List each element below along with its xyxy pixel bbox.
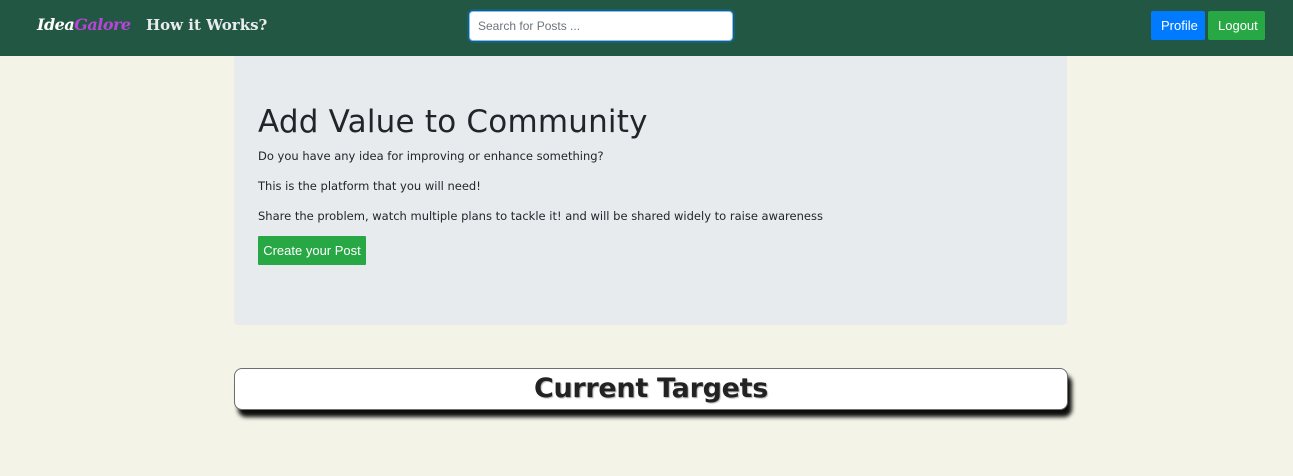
create-post-button[interactable]: Create your Post — [258, 236, 366, 265]
hero-line-1: Do you have any idea for improving or en… — [258, 149, 604, 163]
brand-part2: Galore — [74, 15, 131, 34]
navbar: IdeaGalore How it Works? Profile Logout — [0, 0, 1293, 56]
search-input[interactable] — [469, 11, 733, 41]
hero-line-2: This is the platform that you will need! — [258, 179, 481, 193]
hero-line-3: Share the problem, watch multiple plans … — [258, 209, 823, 223]
brand-part1: Idea — [37, 15, 75, 34]
how-it-works-link[interactable]: How it Works? — [146, 16, 267, 34]
profile-button[interactable]: Profile — [1151, 11, 1205, 40]
hero-jumbotron: Add Value to Community Do you have any i… — [234, 56, 1067, 325]
current-targets-heading: Current Targets — [533, 373, 769, 404]
current-targets-banner: Current Targets — [234, 368, 1068, 410]
hero-title: Add Value to Community — [258, 104, 648, 140]
logout-button[interactable]: Logout — [1208, 11, 1265, 40]
brand-logo[interactable]: IdeaGalore — [37, 15, 131, 34]
